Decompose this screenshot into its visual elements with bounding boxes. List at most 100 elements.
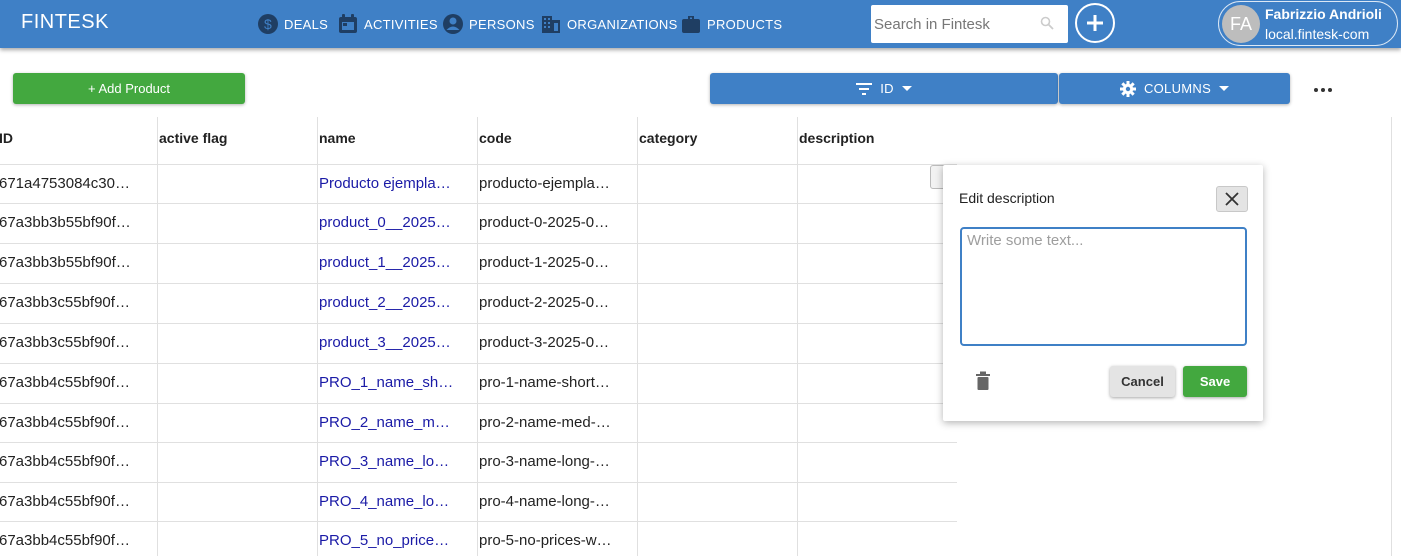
cell-active bbox=[157, 324, 317, 363]
user-name: Fabrizzio Andrioli bbox=[1265, 6, 1382, 22]
cell-description bbox=[797, 364, 957, 403]
cell-category bbox=[637, 364, 797, 403]
caret-down-icon bbox=[901, 85, 912, 91]
cell-id: 67a3bb3b55bf90f… bbox=[0, 214, 131, 231]
search-input[interactable] bbox=[874, 14, 1034, 34]
cell-name[interactable]: PRO_1_name_sh… bbox=[317, 364, 477, 403]
nav-deals[interactable]: $ DEALS bbox=[258, 0, 328, 48]
cell-name[interactable]: product_2__2025… bbox=[317, 284, 477, 323]
cell-active bbox=[157, 244, 317, 283]
person-icon bbox=[443, 14, 463, 34]
cell-category bbox=[637, 284, 797, 323]
cell-category bbox=[637, 404, 797, 442]
table-row[interactable]: 67a3bb4c55bf90f… PRO_4_name_lo… pro-4-name… bbox=[0, 483, 957, 522]
cell-active bbox=[157, 284, 317, 323]
table-row[interactable]: 67a3bb4c55bf90f… PRO_3_name_lo… pro-3-name… bbox=[0, 443, 957, 483]
column-header-active-flag[interactable]: active flag bbox=[157, 117, 317, 165]
table-row[interactable]: 67a3bb3c55bf90f… product_3__2025… product-… bbox=[0, 324, 957, 364]
more-options-icon[interactable] bbox=[1311, 82, 1335, 98]
cell-category bbox=[637, 483, 797, 521]
cell-description bbox=[797, 522, 957, 556]
cell-code: pro-5-no-prices-w… bbox=[477, 522, 637, 556]
popup-title: Edit description bbox=[959, 190, 1055, 206]
column-header-id[interactable]: ID bbox=[0, 117, 157, 165]
cell-name[interactable]: PRO_4_name_lo… bbox=[317, 483, 477, 521]
cell-id: 67a3bb4c55bf90f… bbox=[0, 374, 130, 391]
cell-category bbox=[637, 443, 797, 482]
nav-deals-label: DEALS bbox=[284, 16, 329, 32]
cell-name[interactable]: product_3__2025… bbox=[317, 324, 477, 363]
cell-category bbox=[637, 244, 797, 283]
cancel-button[interactable]: Cancel bbox=[1110, 366, 1175, 397]
svg-text:$: $ bbox=[264, 16, 272, 32]
cell-name[interactable]: PRO_2_name_m… bbox=[317, 404, 477, 442]
cell-name[interactable]: PRO_5_no_price… bbox=[317, 522, 477, 556]
cell-name[interactable]: product_1__2025… bbox=[317, 244, 477, 283]
description-textarea[interactable] bbox=[960, 227, 1247, 346]
sort-button[interactable]: ID bbox=[710, 73, 1058, 104]
columns-button[interactable]: COLUMNS bbox=[1059, 73, 1290, 104]
cell-code: pro-1-name-short… bbox=[477, 364, 637, 403]
nav-persons-label: PERSONS bbox=[469, 16, 535, 32]
table-row[interactable]: 67a3bb3b55bf90f… product_0__2025… product-… bbox=[0, 204, 957, 244]
plus-icon bbox=[1087, 15, 1103, 31]
filter-icon bbox=[856, 82, 873, 95]
nav-persons[interactable]: PERSONS bbox=[443, 0, 535, 48]
dollar-icon: $ bbox=[258, 14, 278, 34]
table-row[interactable]: 67a3bb3b55bf90f… product_1__2025… product-… bbox=[0, 244, 957, 284]
quick-add-button[interactable] bbox=[1075, 3, 1115, 43]
table-row[interactable]: 671a4753084c30… Producto ejempla… producto… bbox=[0, 165, 957, 204]
cell-code: pro-2-name-med-… bbox=[477, 404, 637, 442]
app-logo[interactable]: FINTESK bbox=[21, 11, 109, 34]
close-icon bbox=[1225, 192, 1239, 206]
sort-label: ID bbox=[880, 81, 894, 96]
cell-description bbox=[797, 443, 957, 482]
avatar: FA bbox=[1222, 5, 1260, 43]
cell-category bbox=[637, 165, 797, 203]
cell-name[interactable]: Producto ejempla… bbox=[317, 165, 477, 203]
cell-id: 67a3bb3b55bf90f… bbox=[0, 254, 131, 271]
cell-id: 671a4753084c30… bbox=[0, 175, 130, 192]
cell-code: product-2-2025-0… bbox=[477, 284, 637, 323]
cell-description bbox=[797, 204, 957, 243]
edit-description-popup: Edit description Cancel Save bbox=[943, 165, 1263, 421]
caret-down-icon bbox=[1219, 85, 1230, 91]
add-product-button[interactable]: + Add Product bbox=[13, 73, 245, 104]
cell-category bbox=[637, 324, 797, 363]
nav-organizations[interactable]: ORGANIZATIONS bbox=[541, 0, 678, 48]
table-header: ID active flag name code category descri… bbox=[0, 117, 957, 165]
table-row[interactable]: 67a3bb4c55bf90f… PRO_2_name_m… pro-2-name-… bbox=[0, 404, 957, 443]
cell-code: product-1-2025-0… bbox=[477, 244, 637, 283]
nav-products[interactable]: PRODUCTS bbox=[681, 0, 782, 48]
user-domain: local.fintesk-com bbox=[1265, 26, 1370, 42]
table-row[interactable]: 67a3bb4c55bf90f… PRO_5_no_price… pro-5-no-… bbox=[0, 522, 957, 556]
columns-label: COLUMNS bbox=[1143, 81, 1212, 96]
cell-description bbox=[797, 404, 957, 442]
cell-id: 67a3bb3c55bf90f… bbox=[0, 294, 130, 311]
cell-active bbox=[157, 404, 317, 442]
cell-code: producto-ejempla… bbox=[477, 165, 637, 203]
top-bar: FINTESK $ DEALS ACTIVITIES PERSONS ORGAN… bbox=[0, 0, 1401, 48]
cell-name[interactable]: product_0__2025… bbox=[317, 204, 477, 243]
table-row[interactable]: 67a3bb3c55bf90f… product_2__2025… product-… bbox=[0, 284, 957, 324]
cell-description bbox=[797, 284, 957, 323]
cell-name[interactable]: PRO_3_name_lo… bbox=[317, 443, 477, 482]
nav-activities-label: ACTIVITIES bbox=[364, 16, 438, 32]
column-header-category[interactable]: category bbox=[637, 117, 797, 165]
trash-icon[interactable] bbox=[975, 371, 991, 391]
cell-id: 67a3bb3c55bf90f… bbox=[0, 334, 130, 351]
save-button[interactable]: Save bbox=[1183, 366, 1247, 397]
cell-code: pro-4-name-long-… bbox=[477, 483, 637, 521]
cell-id: 67a3bb4c55bf90f… bbox=[0, 453, 130, 470]
search-icon[interactable] bbox=[1040, 16, 1054, 30]
table-row[interactable]: 67a3bb4c55bf90f… PRO_1_name_sh… pro-1-name… bbox=[0, 364, 957, 404]
column-header-code[interactable]: code bbox=[477, 117, 637, 165]
column-header-name[interactable]: name bbox=[317, 117, 477, 165]
nav-activities[interactable]: ACTIVITIES bbox=[338, 0, 438, 48]
building-icon bbox=[542, 16, 560, 33]
user-menu[interactable]: FA Fabrizzio Andrioli local.fintesk-com bbox=[1218, 1, 1398, 46]
cell-category bbox=[637, 522, 797, 556]
cell-description bbox=[797, 324, 957, 363]
close-button[interactable] bbox=[1216, 186, 1248, 212]
column-header-description[interactable]: description bbox=[797, 117, 957, 165]
